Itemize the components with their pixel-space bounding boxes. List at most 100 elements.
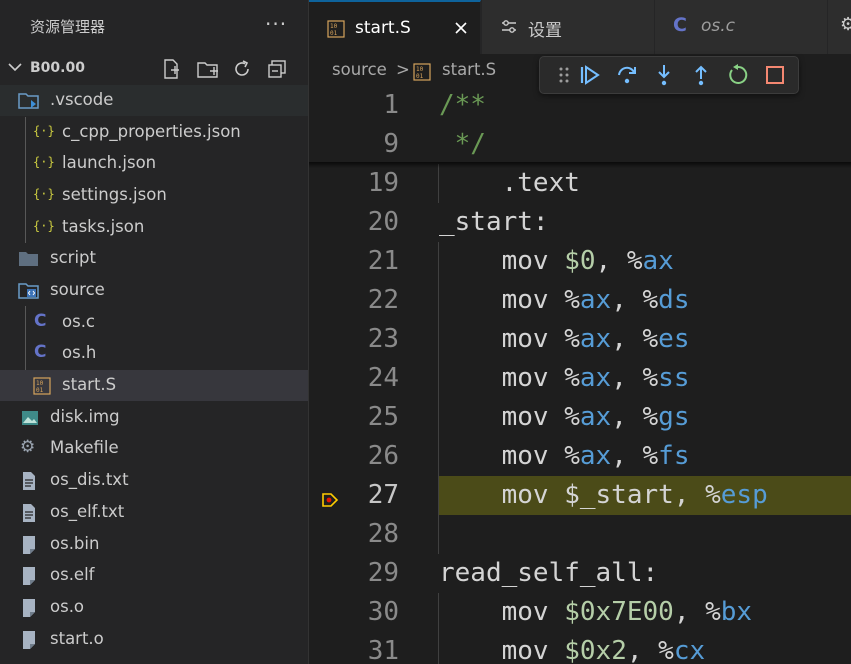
asm-file-icon: 10 01 [33,376,53,396]
code-line[interactable]: 26 mov %ax, %fs [309,437,851,476]
close-icon[interactable] [453,20,469,40]
svg-text:01: 01 [416,73,424,80]
tree-item-makefile[interactable]: ⚙ Makefile [0,433,308,464]
tree-item-label: start.S [62,375,117,394]
tree-item-label: script [50,248,96,267]
code-line[interactable]: 20 _start: [309,203,851,242]
tab-settings[interactable]: 设置 [482,0,655,54]
folder-icon [18,249,38,269]
code-line[interactable]: 21 mov $0, %ax [309,242,851,281]
tree-item-label: os.elf [50,565,95,584]
new-folder-icon[interactable] [196,58,218,80]
code-line[interactable]: 29 read_self_all: [309,554,851,593]
sticky-line[interactable]: 9 */ [309,125,851,164]
tree-item-os-o[interactable]: os.o [0,592,308,623]
json-icon: {·} [33,187,55,201]
code-line[interactable]: 19 .text [309,164,851,203]
svg-text:10: 10 [330,23,338,30]
source-folder-icon [18,281,39,301]
binary-file-icon [21,535,41,555]
tree-item-disk-img[interactable]: disk.img [0,402,308,433]
gear-icon: ⚙ [840,14,851,35]
code-text: .text [439,168,580,198]
svg-text:01: 01 [36,387,44,394]
tree-item-tasks-json[interactable]: {·} tasks.json [0,212,308,243]
line-number: 9 [383,129,399,159]
tree-item-os-elf[interactable]: os.elf [0,560,308,591]
tab-label: start.S [355,18,411,38]
binary-file-icon [21,566,41,586]
explorer-header: 资源管理器 ··· [0,0,308,54]
code-line-current[interactable]: 27 mov $_start, %esp [309,476,851,515]
tab-overflow[interactable]: ⚙ [828,0,851,54]
tree-item-label: os.bin [50,534,100,553]
step-out-icon[interactable] [689,63,713,87]
line-number: 24 [367,363,399,393]
step-into-icon[interactable] [652,63,676,87]
image-file-icon [20,408,40,428]
stop-icon[interactable] [763,63,787,87]
code-line[interactable]: 25 mov %ax, %gs [309,398,851,437]
step-over-icon[interactable] [615,63,639,87]
tree-item-c-cpp-properties[interactable]: {·} c_cpp_properties.json [0,117,308,148]
code-line[interactable]: 23 mov %ax, %es [309,320,851,359]
code-text: mov $_start, %esp [439,480,768,510]
new-file-icon[interactable] [160,58,182,80]
svg-text:01: 01 [330,30,338,37]
tab-label: 设置 [528,21,562,41]
tree-item-label: os.o [50,597,85,616]
grip-icon[interactable] [552,63,576,87]
breadcrumb-folder[interactable]: source [332,60,387,79]
tree-item-os-dis-txt[interactable]: os_dis.txt [0,465,308,496]
collapse-all-icon[interactable] [266,58,288,80]
tree-item-start-o[interactable]: start.o [0,624,308,655]
svg-text:10: 10 [416,66,424,73]
tab-start-s[interactable]: 10 01 start.S [309,0,481,54]
code-line[interactable]: 30 mov $0x7E00, %bx [309,593,851,632]
binary-file-icon [21,630,41,650]
code-line[interactable]: 31 mov $0x2, %cx [309,632,851,664]
tree-item-label: .vscode [50,90,114,109]
tree-item-vscode[interactable]: .vscode [0,85,308,116]
debug-toolbar [539,56,799,94]
more-actions-button[interactable]: ··· [265,12,287,36]
refresh-icon[interactable] [231,58,253,80]
tree-item-label: settings.json [62,185,167,204]
tab-os-c[interactable]: C os.c [655,0,828,54]
tree-item-os-h[interactable]: C os.h [0,338,308,369]
c-file-icon: C [34,311,47,331]
line-number: 20 [367,207,399,237]
asm-file-icon: 10 01 [413,62,431,86]
code-editor[interactable]: 1 /** 9 */ 19 .text 20 _start: 21 mov $0… [309,86,851,664]
editor-tab-bar: 10 01 start.S 设置 C os.c ⚙ [309,0,851,54]
restart-icon[interactable] [726,63,750,87]
text-file-icon [21,471,41,491]
tree-item-os-elf-txt[interactable]: os_elf.txt [0,497,308,528]
tree-item-label: Makefile [50,438,119,457]
tree-item-settings-json[interactable]: {·} settings.json [0,180,308,211]
tree-item-launch-json[interactable]: {·} launch.json [0,148,308,179]
tree-item-start-s[interactable]: 10 01 start.S [0,370,308,401]
code-line[interactable]: 28 [309,515,851,554]
tree-item-label: source [50,280,105,299]
vscode-folder-icon [18,91,39,111]
binary-file-icon [21,598,41,618]
chevron-down-icon[interactable] [6,58,24,76]
tree-item-source[interactable]: source [0,275,308,306]
breadcrumb-file[interactable]: start.S [442,60,496,79]
tree-item-label: os_elf.txt [50,502,125,521]
line-number: 26 [367,441,399,471]
continue-icon[interactable] [578,63,602,87]
json-icon: {·} [33,124,55,138]
code-line[interactable]: 24 mov %ax, %ss [309,359,851,398]
code-line[interactable]: 22 mov %ax, %ds [309,281,851,320]
tree-item-os-c[interactable]: C os.c [0,307,308,338]
workspace-root[interactable]: B00.00 [0,54,308,84]
tree-item-os-bin[interactable]: os.bin [0,529,308,560]
text-file-icon [21,503,41,523]
explorer-sidebar: 资源管理器 ··· B00.00 .vscode {·} c_cpp_prope… [0,0,308,664]
line-number: 27 [367,480,399,510]
code-text: read_self_all: [439,558,659,588]
line-number: 31 [367,636,399,664]
tree-item-script[interactable]: script [0,243,308,274]
